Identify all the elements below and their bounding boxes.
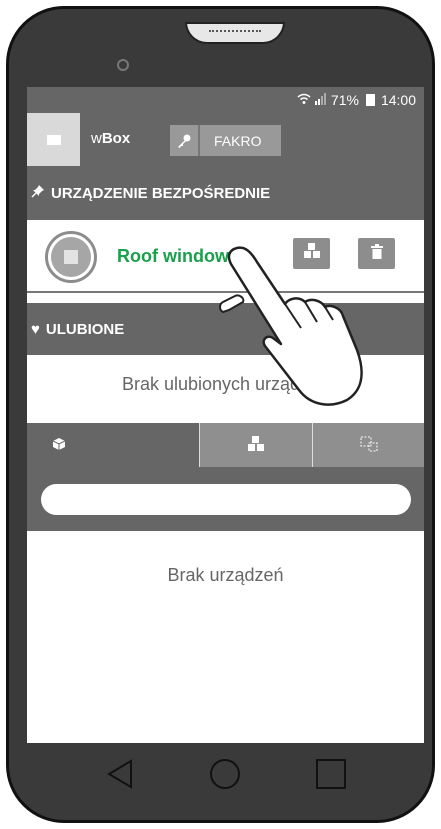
favorites-title: ULUBIONE	[45, 320, 125, 338]
search-input[interactable]	[40, 483, 411, 515]
menu-icon	[46, 134, 61, 145]
brand-button[interactable]: FAKRO	[170, 125, 281, 156]
trash-icon	[370, 243, 383, 264]
device-name-link[interactable]: Roof window>>	[117, 246, 250, 267]
scene-icon	[360, 436, 378, 455]
search-bar	[27, 467, 424, 531]
cubes-icon	[247, 435, 265, 455]
back-icon	[106, 759, 132, 789]
delete-button[interactable]	[358, 238, 395, 269]
back-button[interactable]	[100, 754, 140, 794]
app-screen: 71% 14:00 wBox FAKRO URZĄDZENIE BEZPOŚRE…	[27, 87, 424, 743]
recents-button[interactable]	[311, 754, 351, 794]
status-bar: 71% 14:00	[27, 87, 424, 113]
tab-devices[interactable]	[27, 423, 199, 467]
tab-groups[interactable]	[199, 423, 312, 467]
pin-icon	[31, 184, 45, 202]
menu-button[interactable]	[27, 113, 80, 166]
wifi-icon	[297, 93, 311, 108]
section-spacer	[27, 293, 424, 303]
direct-device-header: URZĄDZENIE BEZPOŚREDNIE	[27, 166, 424, 220]
app-bar: wBox FAKRO	[27, 113, 424, 166]
favorites-empty-text: Brak ulubionych urządzeń	[27, 355, 424, 413]
battery-percent: 71%	[330, 92, 359, 108]
device-tabs	[27, 423, 424, 467]
device-list-empty-text: Brak urządzeń	[167, 565, 284, 585]
speaker-grille	[185, 22, 285, 44]
add-to-group-button[interactable]	[293, 238, 330, 269]
home-button[interactable]	[205, 754, 245, 794]
recents-icon	[316, 759, 347, 789]
battery-icon	[365, 94, 375, 106]
front-camera	[117, 59, 129, 71]
cubes-icon	[303, 243, 321, 264]
power-toggle-button[interactable]	[45, 231, 97, 283]
favorites-header: ♥ ULUBIONE	[27, 303, 424, 355]
clock: 14:00	[380, 92, 416, 108]
brand-label: FAKRO	[214, 132, 262, 149]
cube-icon	[52, 437, 66, 453]
direct-device-title: URZĄDZENIE BEZPOŚREDNIE	[51, 184, 271, 202]
tab-scenes[interactable]	[312, 423, 424, 467]
home-icon	[210, 759, 241, 789]
system-nav-bar	[27, 743, 424, 805]
heart-icon: ♥	[31, 320, 40, 338]
stop-icon	[51, 237, 91, 277]
app-title: wBox	[91, 130, 131, 147]
direct-device-row: Roof window>>	[27, 220, 424, 293]
signal-icon	[314, 92, 327, 108]
key-icon	[170, 125, 200, 156]
